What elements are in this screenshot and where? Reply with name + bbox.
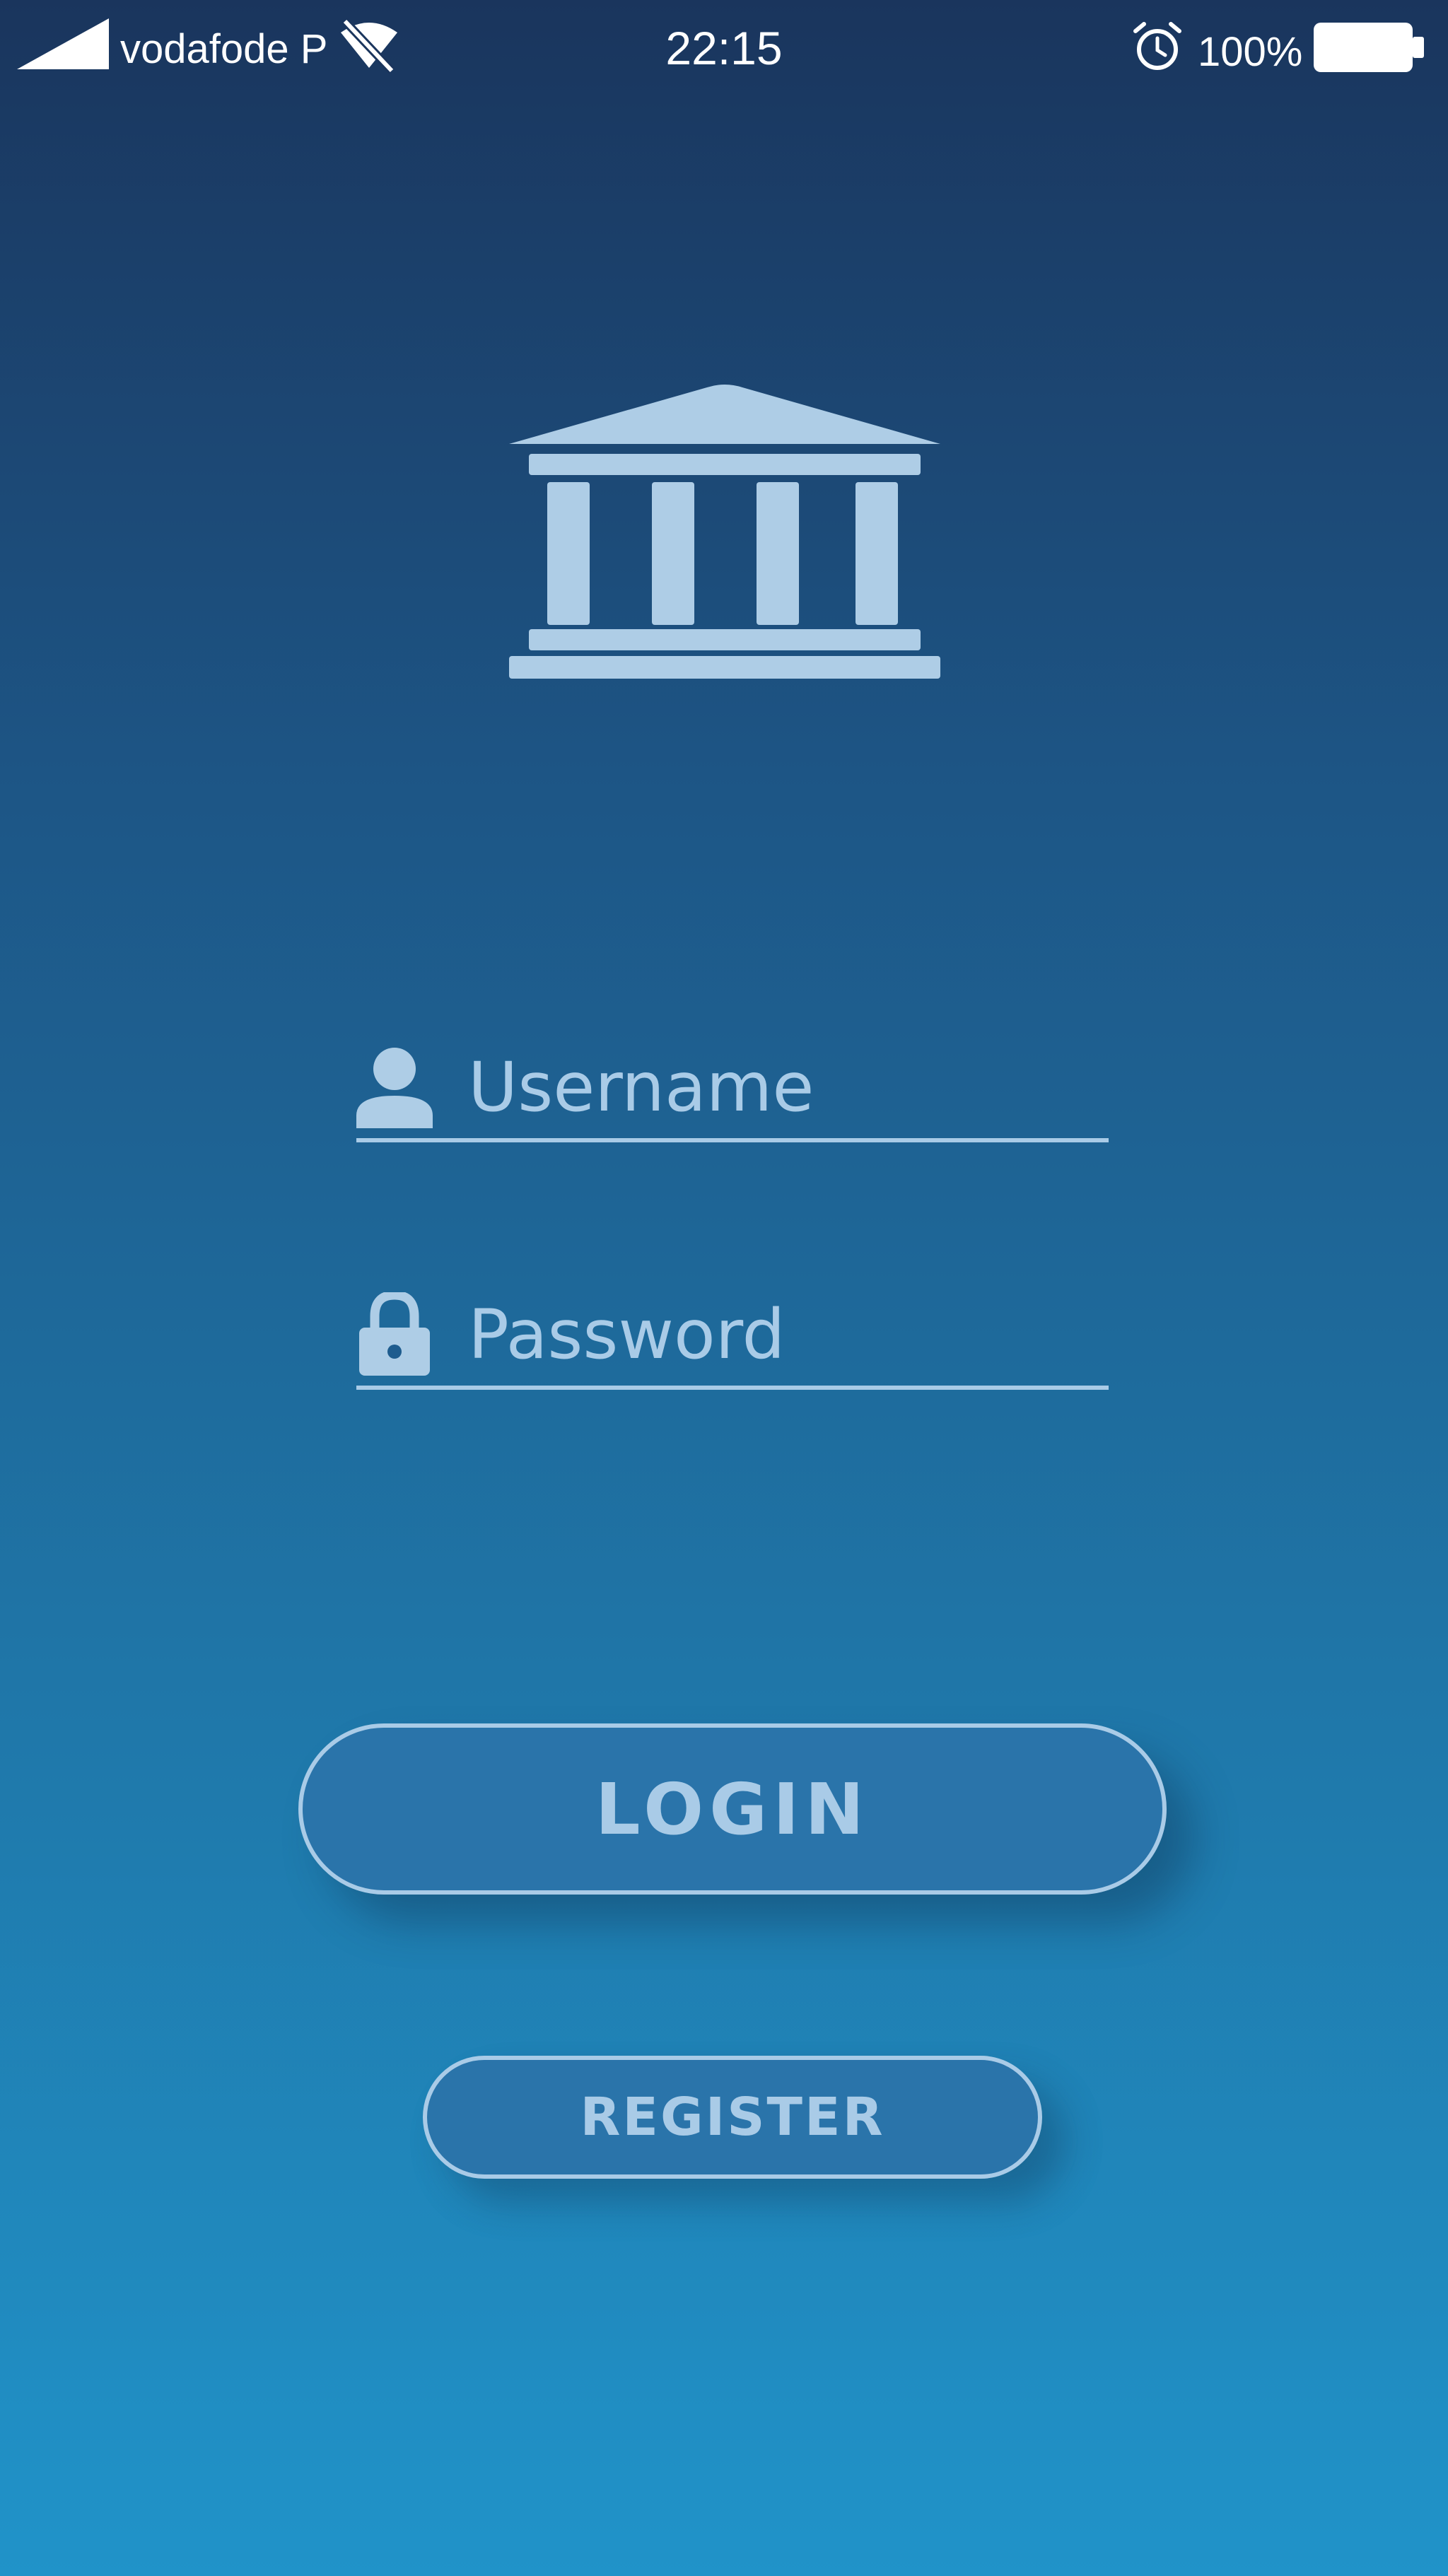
battery-percentage: 100% — [1198, 29, 1303, 75]
username-input[interactable] — [468, 1045, 1097, 1130]
carrier-name: vodafode P — [120, 26, 328, 72]
clock-time: 22:15 — [665, 22, 783, 74]
user-icon — [356, 1048, 433, 1128]
wifi-off-icon — [341, 18, 397, 74]
username-field[interactable] — [356, 1039, 1109, 1142]
bank-building-icon — [509, 385, 940, 679]
login-button[interactable]: LOGIN — [298, 1723, 1167, 1895]
register-button[interactable]: REGISTER — [423, 2056, 1042, 2179]
lock-icon — [359, 1292, 430, 1376]
status-bar: vodafode P 22:15 100% — [0, 0, 1448, 99]
alarm-icon — [1133, 22, 1181, 70]
battery-icon — [1314, 23, 1424, 72]
signal-icon — [17, 18, 109, 69]
password-input[interactable] — [468, 1292, 1097, 1377]
password-field[interactable] — [356, 1287, 1109, 1390]
